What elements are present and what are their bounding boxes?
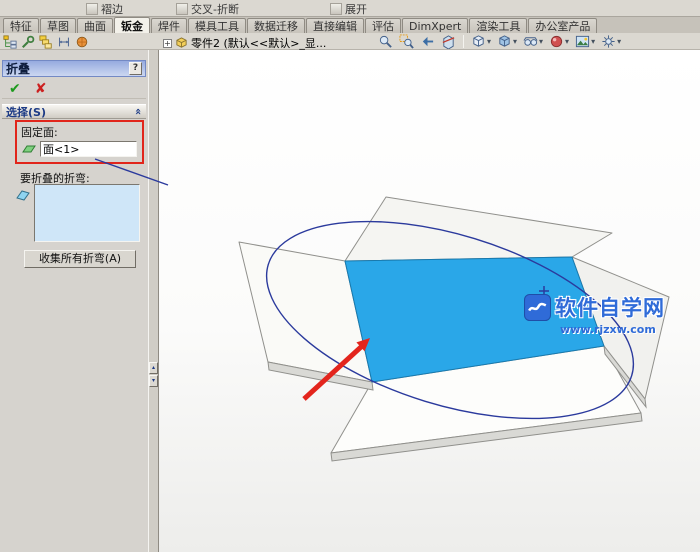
hem-icon [86, 2, 98, 15]
unfold-icon [330, 2, 342, 15]
feature-tree-root[interactable]: + 零件2 (默认<<默认>_显... [163, 36, 326, 50]
displaymanager-icon [76, 36, 88, 47]
tab-dimxpert[interactable]: DimXpert [402, 18, 469, 33]
propertymanager-title: 折叠 [6, 62, 31, 76]
tab-evaluate[interactable]: 评估 [365, 18, 401, 33]
bends-listbox[interactable] [34, 184, 140, 242]
cancel-button[interactable]: ✘ [35, 81, 47, 97]
dimxpertmanager-tab[interactable] [56, 34, 72, 50]
section-view-icon [442, 34, 455, 49]
tab-render-tools[interactable]: 渲染工具 [469, 18, 528, 33]
splitter-down-button[interactable]: ▾ [149, 375, 158, 387]
dimxpertmanager-icon [59, 37, 69, 46]
view-settings-button[interactable]: ▾ [599, 33, 623, 50]
edit-appearance-icon [550, 35, 563, 47]
collapse-section-icon[interactable]: « [132, 108, 145, 115]
tab-office-products[interactable]: 办公室产品 [528, 18, 598, 33]
watermark-row: 软件自学网 [524, 292, 699, 322]
tab-sheet-metal[interactable]: 钣金 [114, 17, 150, 33]
part-tree-label: 零件2 (默认<<默认>_显... [191, 37, 327, 50]
watermark-logo-icon [524, 293, 551, 321]
ok-button[interactable]: ✔ [9, 81, 21, 97]
watermark-title: 软件自学网 [555, 296, 665, 320]
fixed-face-label: 固定面: [21, 126, 58, 139]
propertymanager-tab[interactable] [20, 34, 36, 50]
splitter-up-button[interactable]: ▴ [149, 362, 158, 374]
propertymanager-icon [22, 35, 35, 48]
previous-view-icon [422, 36, 434, 46]
section-view-button[interactable] [439, 33, 458, 50]
apply-scene-button[interactable]: ▾ [573, 33, 597, 50]
unfold-label: 展开 [345, 2, 367, 16]
configurationmanager-icon [39, 34, 52, 49]
commandmanager-tab-bar: 特征 草图 曲面 钣金 焊件 模具工具 数据迁移 直接编辑 评估 DimXper… [0, 17, 700, 33]
cross-break-label: 交叉-折断 [191, 2, 239, 16]
tab-mold-tools[interactable]: 模具工具 [188, 18, 246, 33]
tab-surfaces[interactable]: 曲面 [77, 18, 113, 33]
toolbar-separator [463, 34, 464, 48]
part-icon [176, 36, 187, 48]
fixed-face-highlight-box: 固定面: [15, 120, 144, 164]
fixed-face-row [21, 141, 142, 157]
hem-button[interactable]: 褶边 [86, 1, 123, 16]
hide-show-items-button[interactable]: ▾ [521, 33, 545, 50]
dropdown-caret-icon[interactable]: ▾ [513, 37, 517, 46]
collect-all-bends-button[interactable]: 收集所有折弯(A) [24, 250, 136, 268]
selection-section-label: 选择(S) [6, 105, 46, 119]
zoom-fit-icon [379, 35, 392, 48]
solidworks-window: 褶边 交叉-折断 展开 特征 草图 曲面 钣金 焊件 模具工具 数据迁移 直接编… [0, 0, 700, 552]
hem-label: 褶边 [101, 2, 123, 16]
heads-up-view-toolbar: ▾ ▾ ▾ ▾ ▾ ▾ [376, 32, 623, 50]
unfold-button[interactable]: 展开 [330, 1, 367, 16]
watermark: 软件自学网 www.rjzxw.com [524, 292, 699, 336]
dropdown-caret-icon[interactable]: ▾ [591, 37, 595, 46]
tab-weldments[interactable]: 焊件 [151, 18, 187, 33]
panel-splitter[interactable]: ▴ ▾ [148, 50, 159, 552]
tree-expand-icon[interactable]: + [163, 38, 172, 48]
propertymanager-panel: 折叠 ? ✔ ✘ 选择(S) « 固定面: 要折叠的折弯: 收集所有折弯(A) [0, 50, 148, 552]
tab-features[interactable]: 特征 [3, 18, 39, 33]
fixed-face-input[interactable] [40, 141, 137, 157]
help-button[interactable]: ? [129, 62, 142, 75]
view-orientation-button[interactable]: ▾ [469, 33, 493, 50]
left-panel-tabs [2, 33, 90, 50]
tab-direct-editing[interactable]: 直接编辑 [306, 18, 364, 33]
dropdown-caret-icon[interactable]: ▾ [539, 37, 543, 46]
bend-list-icon [15, 186, 31, 202]
selection-section-header[interactable]: 选择(S) « [2, 104, 146, 119]
face-select-icon [21, 141, 37, 157]
view-settings-icon [602, 34, 615, 48]
toolbar-strip-partial: 褶边 交叉-折断 展开 [0, 0, 700, 17]
dropdown-caret-icon[interactable]: ▾ [487, 37, 491, 46]
watermark-url: www.rjzxw.com [560, 323, 656, 336]
featuremanager-tree-tab[interactable] [2, 34, 18, 50]
zoom-area-icon [399, 33, 414, 49]
propertymanager-header: 折叠 ? [2, 60, 146, 77]
cross-break-icon [176, 2, 188, 15]
apply-scene-icon [576, 35, 590, 47]
view-orientation-icon [473, 34, 484, 47]
hide-show-items-icon [523, 36, 538, 46]
propertymanager-actions: ✔ ✘ [2, 79, 146, 99]
featuremanager-tree-icon [3, 34, 17, 49]
tab-sketch[interactable]: 草图 [40, 18, 76, 33]
display-style-button[interactable]: ▾ [495, 33, 519, 50]
configurationmanager-tab[interactable] [38, 34, 54, 50]
dropdown-caret-icon[interactable]: ▾ [617, 37, 621, 46]
display-style-icon [499, 34, 510, 47]
tab-data-migration[interactable]: 数据迁移 [247, 18, 305, 33]
cross-break-button[interactable]: 交叉-折断 [176, 1, 239, 16]
zoom-fit-button[interactable] [376, 33, 395, 50]
displaymanager-tab[interactable] [74, 34, 90, 50]
zoom-area-button[interactable] [397, 33, 416, 50]
previous-view-button[interactable] [418, 33, 437, 50]
dropdown-caret-icon[interactable]: ▾ [565, 37, 569, 46]
edit-appearance-button[interactable]: ▾ [547, 33, 571, 50]
